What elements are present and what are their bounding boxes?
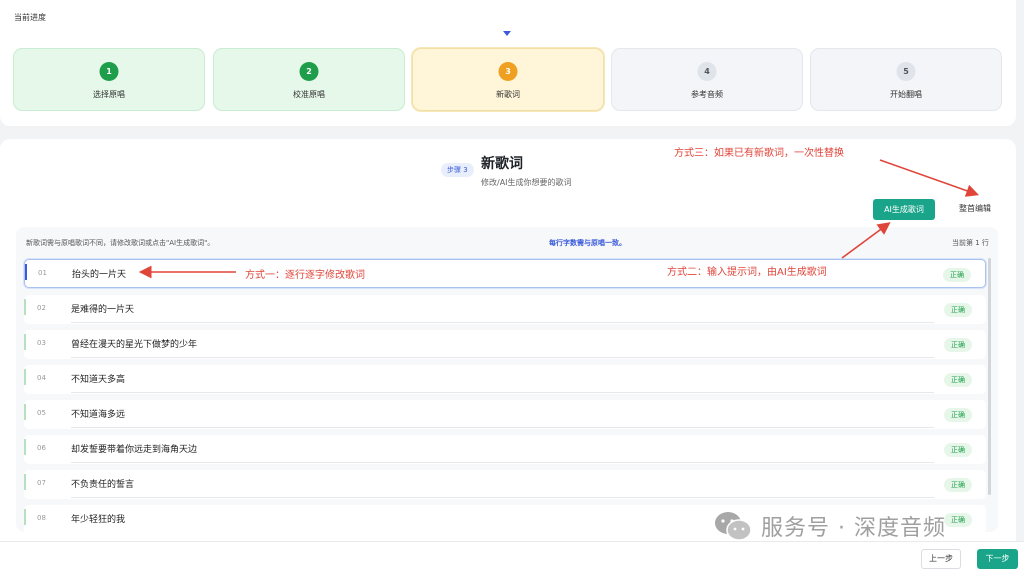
current-line-indicator: 当前第 1 行 xyxy=(952,239,989,247)
step-card-4[interactable]: 4 参考音频 xyxy=(611,48,803,111)
status-badge: 正确 xyxy=(944,513,972,527)
lyric-input[interactable]: 抬头的一片天 xyxy=(72,267,126,280)
status-badge: 正确 xyxy=(944,478,972,492)
lyric-row[interactable]: 01 抬头的一片天 正确 xyxy=(24,259,986,288)
status-badge: 正确 xyxy=(944,303,972,317)
section-title: 新歌词 xyxy=(481,156,523,172)
lyrics-scrollbar[interactable] xyxy=(988,258,991,495)
step-number: 1 xyxy=(99,62,119,81)
input-underline xyxy=(71,392,934,393)
step-badge: 步骤 3 xyxy=(441,163,474,177)
row-marker xyxy=(24,404,26,420)
annotation-method-3: 方式三：如果已有新歌词，一次性替换 xyxy=(674,148,844,159)
input-underline xyxy=(71,322,934,323)
step-card-5[interactable]: 5 开始翻唱 xyxy=(810,48,1002,111)
progress-title: 当前进度 xyxy=(14,13,46,22)
row-marker xyxy=(24,474,26,490)
step-card-2[interactable]: 2 校准原唱 xyxy=(213,48,405,111)
line-number: 06 xyxy=(37,444,46,452)
row-marker xyxy=(25,264,27,280)
edit-all-lyrics-button[interactable]: 整首编辑 xyxy=(950,201,1000,217)
row-marker xyxy=(24,439,26,455)
lyric-input[interactable]: 曾经在漫天的星光下做梦的少年 xyxy=(71,337,197,350)
row-marker xyxy=(24,334,26,350)
ai-generate-lyrics-button[interactable]: AI生成歌词 xyxy=(873,199,935,220)
watermark-text: 服务号 · 深度音频 xyxy=(761,516,946,541)
next-step-button[interactable]: 下一步 xyxy=(977,549,1018,569)
lyric-row[interactable]: 03 曾经在漫天的星光下做梦的少年 正确 xyxy=(24,330,986,359)
input-underline xyxy=(71,357,934,358)
step-number: 2 xyxy=(299,62,319,81)
lyric-input[interactable]: 不知道海多远 xyxy=(71,407,125,420)
watermark: 服务号 · 深度音频 xyxy=(713,509,946,543)
line-number: 04 xyxy=(37,374,46,382)
status-badge: 正确 xyxy=(944,373,972,387)
lyric-input[interactable]: 年少轻狂的我 xyxy=(71,512,125,525)
status-badge: 正确 xyxy=(944,338,972,352)
lyric-input[interactable]: 不负责任的誓言 xyxy=(71,477,134,490)
line-number: 08 xyxy=(37,514,46,522)
lyric-row[interactable]: 06 却发誓要带着你远走到海角天边 正确 xyxy=(24,435,986,464)
status-badge: 正确 xyxy=(944,408,972,422)
step-label: 选择原唱 xyxy=(93,90,125,99)
step-number: 5 xyxy=(896,62,916,81)
char-count-rule: 每行字数需与原唱一致。 xyxy=(549,239,626,247)
line-number: 02 xyxy=(37,304,46,312)
row-marker xyxy=(24,299,26,315)
step-number: 4 xyxy=(697,62,717,81)
lyric-row[interactable]: 07 不负责任的誓言 正确 xyxy=(24,470,986,499)
step-number: 3 xyxy=(498,62,518,81)
prev-step-button[interactable]: 上一步 xyxy=(921,549,961,569)
step-label: 新歌词 xyxy=(496,90,520,99)
lyric-input[interactable]: 却发誓要带着你远走到海角天边 xyxy=(71,442,197,455)
lyric-row[interactable]: 02 是难得的一片天 正确 xyxy=(24,295,986,324)
lyrics-hint: 新歌词需与原唱歌词不同，请修改歌词或点击"AI生成歌词"。 xyxy=(26,239,215,247)
input-underline xyxy=(71,427,934,428)
step-label: 校准原唱 xyxy=(293,90,325,99)
step-label: 参考音频 xyxy=(691,90,723,99)
status-badge: 正确 xyxy=(944,443,972,457)
wechat-icon xyxy=(715,512,752,541)
line-number: 01 xyxy=(38,269,47,277)
line-number: 05 xyxy=(37,409,46,417)
section-subtitle: 修改/AI生成你想要的歌词 xyxy=(481,178,572,187)
annotation-method-2: 方式二：输入提示词，由AI生成歌词 xyxy=(667,267,827,278)
step-label: 开始翻唱 xyxy=(890,90,922,99)
step-card-1[interactable]: 1 选择原唱 xyxy=(13,48,205,111)
step-card-3[interactable]: 3 新歌词 xyxy=(412,48,604,111)
annotation-method-1: 方式一：逐行逐字修改歌词 xyxy=(245,270,365,281)
row-marker xyxy=(24,509,26,525)
input-underline xyxy=(71,497,934,498)
bottom-bar xyxy=(0,541,1024,571)
lyric-input[interactable]: 不知道天多高 xyxy=(71,372,125,385)
status-badge: 正确 xyxy=(943,268,971,282)
lyric-row[interactable]: 04 不知道天多高 正确 xyxy=(24,365,986,394)
line-number: 03 xyxy=(37,339,46,347)
lyric-row[interactable]: 05 不知道海多远 正确 xyxy=(24,400,986,429)
row-marker xyxy=(24,369,26,385)
line-number: 07 xyxy=(37,479,46,487)
current-step-indicator-icon xyxy=(503,31,511,36)
input-underline xyxy=(71,462,934,463)
lyric-input[interactable]: 是难得的一片天 xyxy=(71,302,134,315)
